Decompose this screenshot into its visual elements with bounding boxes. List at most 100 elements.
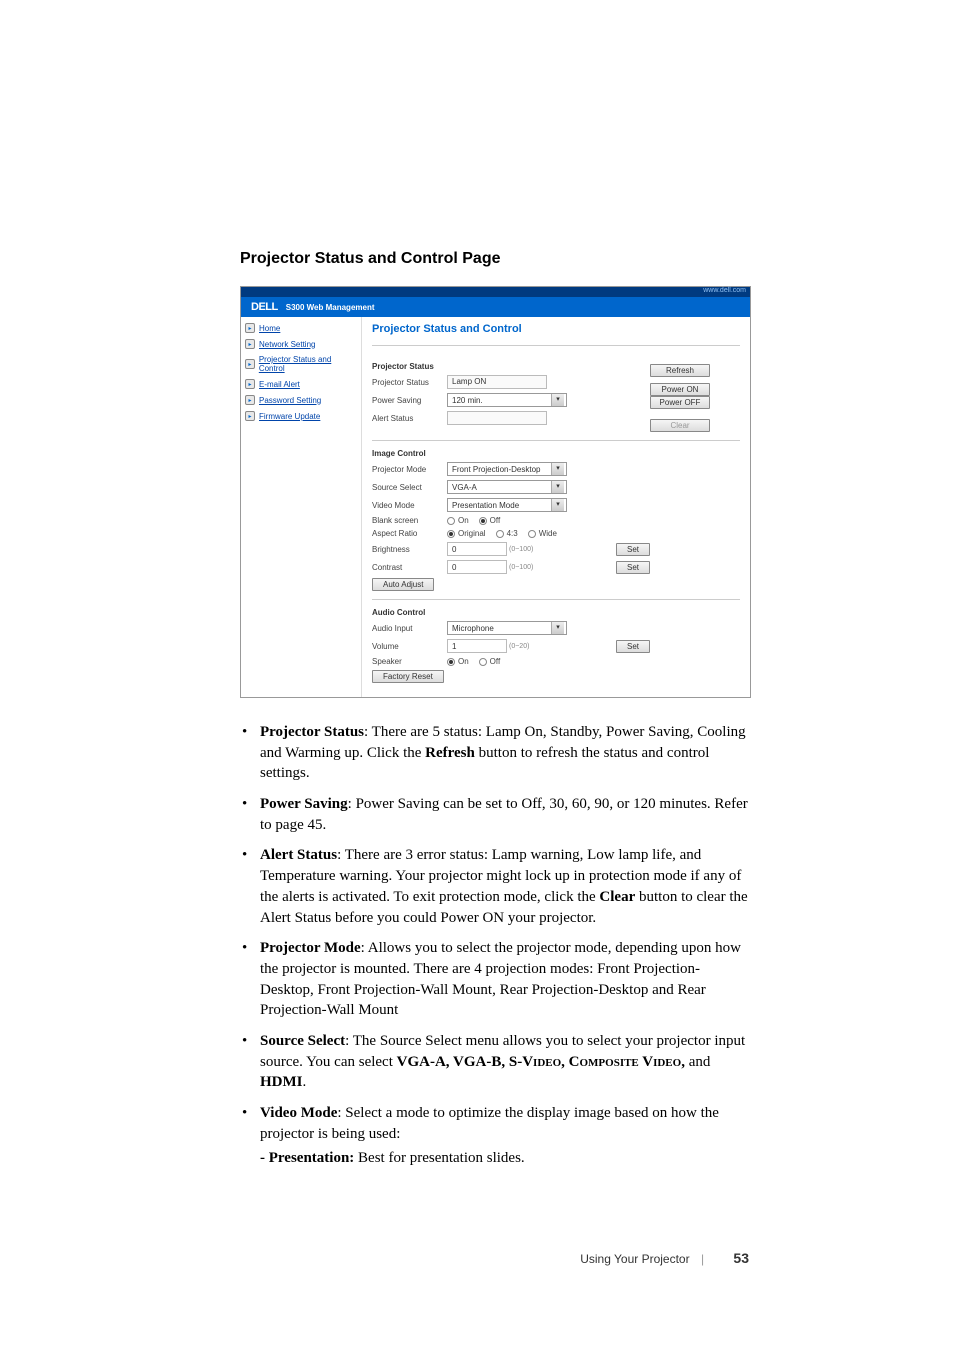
contrast-range: (0~100) — [509, 564, 533, 571]
radio-icon — [496, 530, 504, 538]
bullet-bold: Refresh — [425, 745, 475, 761]
aspect-wide-radio[interactable]: Wide — [528, 529, 557, 538]
projector-mode-label: Projector Mode — [372, 465, 447, 474]
radio-icon — [479, 658, 487, 666]
nav-icon: ▸ — [245, 411, 255, 421]
header-bar: DELL S300 Web Management — [241, 297, 750, 317]
bullet-lead: Projector Mode — [260, 940, 361, 956]
sidebar-item-status-control[interactable]: ▸ Projector Status and Control — [245, 355, 357, 373]
nav-icon: ▸ — [245, 379, 255, 389]
image-control-heading: Image Control — [372, 449, 740, 458]
contrast-set-button[interactable]: Set — [616, 561, 650, 574]
divider — [372, 599, 740, 600]
speaker-label: Speaker — [372, 657, 447, 666]
dell-logo: DELL — [251, 301, 278, 313]
source-select[interactable]: VGA-A — [447, 480, 567, 494]
brightness-input[interactable]: 0 — [447, 542, 507, 556]
contrast-label: Contrast — [372, 563, 447, 572]
bullet-source-select: Source Select: The Source Select menu al… — [240, 1031, 749, 1093]
bullet-lead: Power Saving — [260, 796, 348, 812]
speaker-on-radio[interactable]: On — [447, 657, 469, 666]
volume-set-button[interactable]: Set — [616, 640, 650, 653]
dell-com-link[interactable]: www.dell.com — [703, 287, 746, 294]
volume-range: (0~20) — [509, 643, 529, 650]
sidebar-item-email-alert[interactable]: ▸ E-mail Alert — [245, 379, 357, 389]
aspect-original-radio[interactable]: Original — [447, 529, 486, 538]
sidebar-item-label: Home — [259, 324, 280, 333]
sidebar-item-home[interactable]: ▸ Home — [245, 323, 357, 333]
power-saving-select[interactable]: 120 min. — [447, 393, 567, 407]
bullet-text: and — [685, 1054, 710, 1070]
radio-label: Off — [490, 516, 501, 525]
brightness-label: Brightness — [372, 545, 447, 554]
source-select-label: Source Select — [372, 483, 447, 492]
sidebar-item-password[interactable]: ▸ Password Setting — [245, 395, 357, 405]
power-off-button[interactable]: Power OFF — [650, 396, 710, 409]
audio-control-heading: Audio Control — [372, 608, 740, 617]
nav-icon: ▸ — [245, 339, 255, 349]
projector-status-label: Projector Status — [372, 378, 447, 387]
bullet-subnote: - Presentation: Best for presentation sl… — [260, 1148, 749, 1169]
top-link-bar: www.dell.com — [241, 287, 750, 297]
panel-title: Projector Status and Control — [372, 323, 740, 335]
bullet-hdmi: HDMI — [260, 1074, 303, 1090]
bullet-lead: Video Mode — [260, 1105, 337, 1121]
radio-label: 4:3 — [507, 529, 518, 538]
radio-label: Wide — [539, 529, 557, 538]
bullet-projector-status: Projector Status: There are 5 status: La… — [240, 722, 749, 784]
aspect-43-radio[interactable]: 4:3 — [496, 529, 518, 538]
sidebar: ▸ Home ▸ Network Setting ▸ Projector Sta… — [241, 317, 361, 697]
radio-icon — [447, 658, 455, 666]
sidebar-item-firmware[interactable]: ▸ Firmware Update — [245, 411, 357, 421]
sidebar-item-label: E-mail Alert — [259, 380, 300, 389]
divider — [372, 345, 740, 346]
contrast-input[interactable]: 0 — [447, 560, 507, 574]
projector-status-value: Lamp ON — [447, 375, 547, 389]
radio-label: Off — [490, 657, 501, 666]
audio-input-select[interactable]: Microphone — [447, 621, 567, 635]
clear-button[interactable]: Clear — [650, 419, 710, 432]
factory-reset-button[interactable]: Factory Reset — [372, 670, 444, 683]
aspect-ratio-label: Aspect Ratio — [372, 529, 447, 538]
screenshot-container: www.dell.com DELL S300 Web Management ▸ … — [240, 286, 751, 698]
bullet-lead: Alert Status — [260, 847, 337, 863]
video-mode-label: Video Mode — [372, 501, 447, 510]
brightness-set-button[interactable]: Set — [616, 543, 650, 556]
video-mode-select[interactable]: Presentation Mode — [447, 498, 567, 512]
bullet-alert-status: Alert Status: There are 3 error status: … — [240, 845, 749, 928]
alert-status-value — [447, 411, 547, 425]
blank-on-radio[interactable]: On — [447, 516, 469, 525]
power-on-button[interactable]: Power ON — [650, 383, 710, 396]
divider — [372, 440, 740, 441]
radio-label: Original — [458, 529, 486, 538]
sidebar-item-label: Network Setting — [259, 340, 315, 349]
bullet-power-saving: Power Saving: Power Saving can be set to… — [240, 794, 749, 835]
main-panel: Projector Status and Control Projector S… — [361, 317, 750, 697]
page-footer: Using Your Projector | 53 — [580, 1250, 749, 1266]
footer-page-number: 53 — [733, 1250, 749, 1266]
sidebar-item-network[interactable]: ▸ Network Setting — [245, 339, 357, 349]
footer-separator: | — [701, 1252, 704, 1266]
blank-off-radio[interactable]: Off — [479, 516, 501, 525]
bullet-list: Projector Status: There are 5 status: La… — [240, 722, 749, 1169]
projector-mode-select[interactable]: Front Projection-Desktop — [447, 462, 567, 476]
speaker-off-radio[interactable]: Off — [479, 657, 501, 666]
audio-input-label: Audio Input — [372, 624, 447, 633]
auto-adjust-button[interactable]: Auto Adjust — [372, 578, 434, 591]
volume-input[interactable]: 1 — [447, 639, 507, 653]
blank-screen-label: Blank screen — [372, 516, 447, 525]
bullet-sources: VGA-A, VGA-B, S-Video, Composite Video, — [397, 1054, 685, 1070]
bullet-video-mode: Video Mode: Select a mode to optimize th… — [240, 1103, 749, 1169]
sidebar-item-label: Password Setting — [259, 396, 321, 405]
refresh-button[interactable]: Refresh — [650, 364, 710, 377]
radio-icon — [528, 530, 536, 538]
volume-label: Volume — [372, 642, 447, 651]
status-heading: Projector Status — [372, 362, 650, 371]
radio-label: On — [458, 516, 469, 525]
bullet-lead: Projector Status — [260, 724, 364, 740]
subnote-head: - Presentation: — [260, 1150, 354, 1166]
alert-status-label: Alert Status — [372, 414, 447, 423]
bullet-bold: Clear — [599, 889, 635, 905]
nav-icon: ▸ — [245, 323, 255, 333]
radio-icon — [447, 517, 455, 525]
